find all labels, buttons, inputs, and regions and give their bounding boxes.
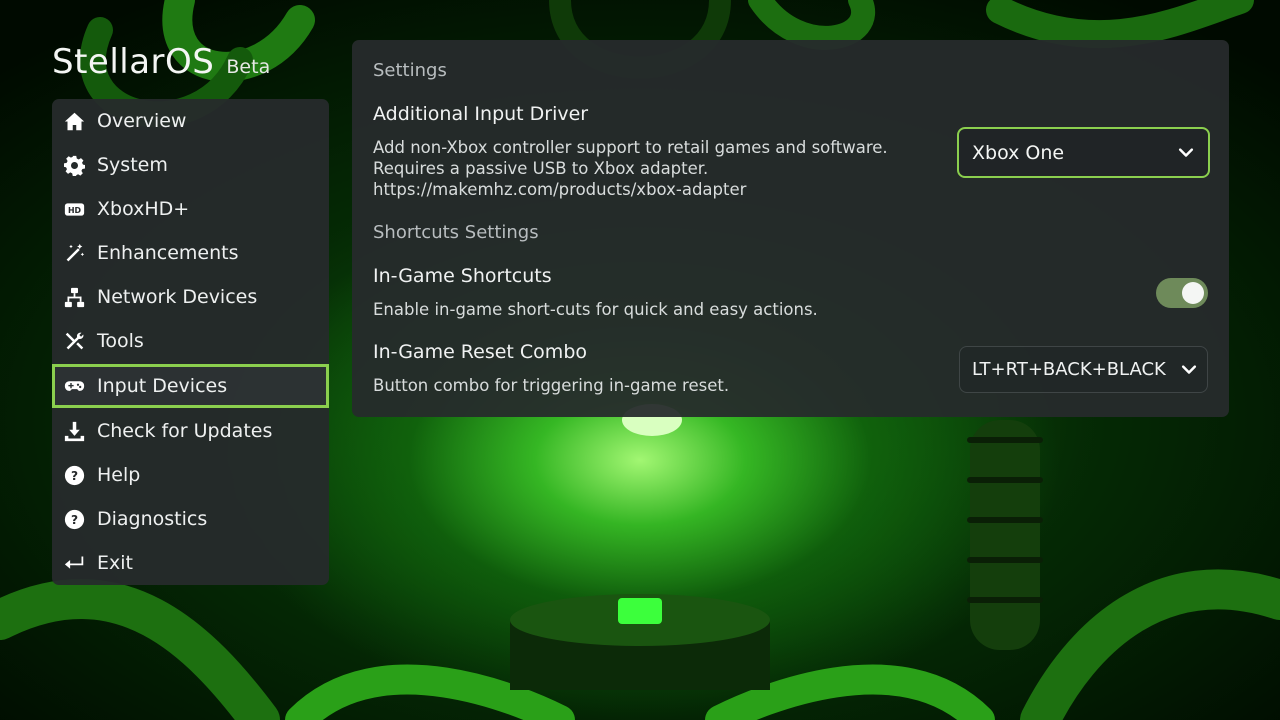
sidebar: Overview System HD XboxHD+ Enhancements … xyxy=(52,99,329,585)
input-driver-desc-line: Add non-Xbox controller support to retai… xyxy=(373,138,888,157)
download-icon xyxy=(62,419,86,443)
sidebar-item-help[interactable]: ? Help xyxy=(52,453,329,497)
sidebar-item-tools[interactable]: Tools xyxy=(52,319,329,363)
sidebar-item-enhancements[interactable]: Enhancements xyxy=(52,231,329,275)
gear-icon xyxy=(62,153,86,177)
reset-combo-title: In-Game Reset Combo xyxy=(373,341,588,363)
sidebar-item-check-for-updates[interactable]: Check for Updates xyxy=(52,409,329,453)
sidebar-item-label: Help xyxy=(97,464,141,486)
home-icon xyxy=(62,109,86,133)
sidebar-item-label: System xyxy=(97,154,168,176)
svg-text:?: ? xyxy=(70,512,77,526)
sidebar-item-network-devices[interactable]: Network Devices xyxy=(52,275,329,319)
toggle-knob xyxy=(1182,282,1204,304)
tools-icon xyxy=(62,329,86,353)
brand: StellarOS Beta xyxy=(52,42,270,82)
app-tag: Beta xyxy=(226,56,271,78)
chevron-down-icon xyxy=(1176,143,1196,163)
magic-wand-icon xyxy=(62,241,86,265)
ingame-shortcuts-toggle[interactable] xyxy=(1156,278,1208,308)
ingame-shortcuts-title: In-Game Shortcuts xyxy=(373,265,552,287)
input-driver-desc-link: https://makemhz.com/products/xbox-adapte… xyxy=(373,180,747,199)
sidebar-item-xboxhd[interactable]: HD XboxHD+ xyxy=(52,187,329,231)
input-driver-description: Add non-Xbox controller support to retai… xyxy=(373,137,888,200)
sidebar-item-label: Check for Updates xyxy=(97,420,273,442)
sidebar-item-label: XboxHD+ xyxy=(97,198,190,220)
exit-icon xyxy=(62,551,86,575)
sidebar-item-label: Network Devices xyxy=(97,286,258,308)
sidebar-item-label: Input Devices xyxy=(97,375,228,397)
sidebar-item-diagnostics[interactable]: ? Diagnostics xyxy=(52,497,329,541)
hd-icon: HD xyxy=(62,197,86,221)
app-name: StellarOS xyxy=(52,42,215,82)
settings-panel: Settings Additional Input Driver Add non… xyxy=(352,40,1229,417)
input-driver-title: Additional Input Driver xyxy=(373,103,589,125)
gamepad-icon xyxy=(62,374,86,398)
shortcuts-header: Shortcuts Settings xyxy=(373,222,539,243)
network-icon xyxy=(62,285,86,309)
reset-combo-description: Button combo for triggering in-game rese… xyxy=(373,376,730,395)
input-driver-desc-line: Requires a passive USB to Xbox adapter. xyxy=(373,159,709,178)
chevron-down-icon xyxy=(1179,360,1199,380)
reset-combo-selected-value: LT+RT+BACK+BLACK xyxy=(972,359,1166,380)
sidebar-item-label: Overview xyxy=(97,110,187,132)
sidebar-item-label: Tools xyxy=(97,330,144,352)
settings-header: Settings xyxy=(373,60,447,81)
sidebar-item-system[interactable]: System xyxy=(52,143,329,187)
reset-combo-select[interactable]: LT+RT+BACK+BLACK xyxy=(959,346,1208,393)
sidebar-item-exit[interactable]: Exit xyxy=(52,541,329,585)
sidebar-item-label: Exit xyxy=(97,552,133,574)
ingame-shortcuts-description: Enable in-game short-cuts for quick and … xyxy=(373,300,818,319)
input-driver-selected-value: Xbox One xyxy=(972,141,1065,164)
sidebar-item-input-devices[interactable]: Input Devices xyxy=(52,364,329,408)
svg-text:HD: HD xyxy=(67,206,81,215)
sidebar-item-label: Enhancements xyxy=(97,242,239,264)
sidebar-item-label: Diagnostics xyxy=(97,508,208,530)
svg-text:?: ? xyxy=(70,468,77,482)
sidebar-item-overview[interactable]: Overview xyxy=(52,99,329,143)
help-icon: ? xyxy=(62,463,86,487)
help-icon: ? xyxy=(62,507,86,531)
input-driver-select[interactable]: Xbox One xyxy=(957,127,1210,178)
